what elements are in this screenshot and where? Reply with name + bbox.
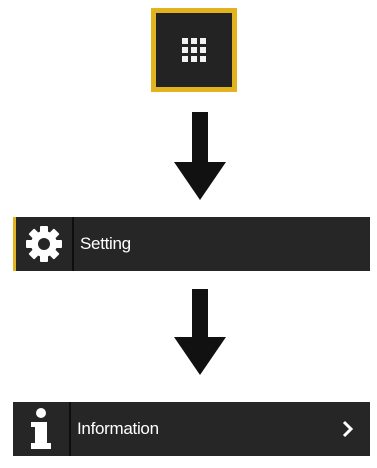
down-arrow-icon — [172, 289, 228, 377]
setting-menu-item[interactable]: Setting — [13, 217, 370, 271]
info-icon — [13, 402, 71, 456]
information-label: Information — [77, 419, 159, 438]
information-menu-item[interactable]: Information — [13, 402, 370, 456]
apps-button[interactable] — [151, 8, 237, 92]
gear-icon — [16, 217, 74, 271]
apps-button-face — [156, 13, 232, 87]
down-arrow-icon — [172, 112, 228, 202]
setting-label: Setting — [80, 234, 131, 253]
grid-icon — [182, 38, 206, 62]
chevron-right-icon — [342, 402, 354, 456]
